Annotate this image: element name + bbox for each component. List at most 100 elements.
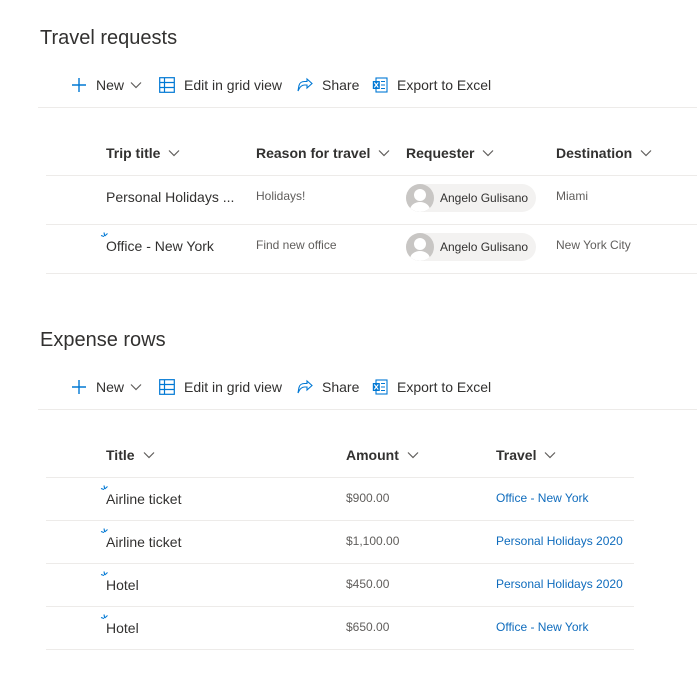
trip-title: Office - New York: [106, 238, 214, 254]
expense-title-cell[interactable]: Hotel: [100, 564, 139, 606]
column-header-label: Reason for travel: [256, 145, 371, 161]
column-header-trip-title[interactable]: Trip title: [106, 131, 180, 175]
requester-persona[interactable]: Angelo Gulisano: [406, 233, 537, 261]
expense-title-wrap: Airline ticket: [100, 485, 182, 507]
travel-edit-grid-label: Edit in grid view: [184, 77, 283, 93]
column-header-label: Requester: [406, 145, 475, 161]
expense-new-label: New: [96, 379, 125, 395]
reason-text: Holidays!: [256, 189, 306, 203]
expense-title-cell[interactable]: Hotel: [100, 607, 139, 649]
travel-link-text: Personal Holidays 2020: [496, 577, 623, 591]
column-header-label: Destination: [556, 145, 633, 161]
travel-link-text: Office - New York: [496, 491, 589, 505]
travel-link[interactable]: Personal Holidays 2020: [496, 564, 623, 604]
destination-cell: Miami: [556, 176, 588, 216]
plus-icon: [70, 76, 88, 94]
new-item-icon: [100, 614, 108, 620]
expense-column-headers: Title Amount Travel: [46, 433, 634, 478]
travel-new-button[interactable]: New: [70, 63, 142, 107]
excel-icon: [371, 76, 389, 94]
expense-new-button[interactable]: New: [70, 365, 142, 409]
chevron-down-icon: [640, 149, 652, 157]
column-header-travel[interactable]: Travel: [496, 433, 556, 477]
chevron-down-icon: [130, 383, 142, 391]
column-header-requester[interactable]: Requester: [406, 131, 494, 175]
amount-cell: $450.00: [346, 564, 389, 604]
amount-text: $1,100.00: [346, 534, 400, 548]
column-header-label: Amount: [346, 447, 399, 463]
travel-link[interactable]: Personal Holidays 2020: [496, 521, 623, 561]
destination-cell: New York City: [556, 225, 631, 265]
expense-share-label: Share: [322, 379, 360, 395]
destination-text: New York City: [556, 238, 631, 252]
travel-share-button[interactable]: Share: [296, 63, 359, 107]
destination-text: Miami: [556, 189, 588, 203]
table-row[interactable]: Airline ticket $1,100.00 Personal Holida…: [46, 521, 634, 564]
travel-export-label: Export to Excel: [397, 77, 492, 93]
requester-persona[interactable]: Angelo Gulisano: [406, 184, 537, 212]
expense-share-button[interactable]: Share: [296, 365, 359, 409]
travel-link-text: Office - New York: [496, 620, 589, 634]
expense-rows-title: Expense rows: [40, 329, 166, 351]
requester-cell: Angelo Gulisano: [406, 184, 537, 212]
expense-title-cell[interactable]: Airline ticket: [100, 521, 182, 563]
expense-title: Airline ticket: [106, 534, 182, 550]
travel-link-text: Personal Holidays 2020: [496, 534, 623, 548]
trip-title-wrap: Office - New York: [100, 232, 214, 254]
new-item-icon: [100, 485, 108, 491]
expense-title-cell[interactable]: Airline ticket: [100, 478, 182, 520]
reason-cell: Holidays!: [256, 176, 305, 216]
plus-icon: [70, 378, 88, 396]
reason-text: Find new office: [256, 238, 337, 252]
expense-title: Hotel: [106, 577, 139, 593]
table-row[interactable]: Personal Holidays ... Holidays! Angelo G…: [46, 176, 697, 225]
amount-cell: $650.00: [346, 607, 389, 647]
requester-cell: Angelo Gulisano: [406, 233, 537, 261]
column-header-title[interactable]: Title: [106, 433, 155, 477]
travel-command-bar: New Edit in grid view Share Export to Ex…: [38, 63, 697, 108]
expense-edit-grid-button[interactable]: Edit in grid view: [158, 365, 282, 409]
table-row[interactable]: Hotel $650.00 Office - New York: [46, 607, 634, 650]
amount-text: $650.00: [346, 620, 390, 634]
travel-new-label: New: [96, 77, 125, 93]
new-item-icon: [100, 571, 108, 577]
chevron-down-icon: [168, 149, 180, 157]
expense-title: Airline ticket: [106, 491, 182, 507]
avatar: [406, 233, 434, 261]
table-row[interactable]: Airline ticket $900.00 Office - New York: [46, 478, 634, 521]
travel-export-button[interactable]: Export to Excel: [371, 63, 491, 107]
reason-cell: Find new office: [256, 225, 337, 265]
grid-icon: [158, 378, 176, 396]
column-header-reason[interactable]: Reason for travel: [256, 131, 390, 175]
amount-cell: $900.00: [346, 478, 389, 518]
chevron-down-icon: [482, 149, 494, 157]
table-row[interactable]: Office - New York Find new office Angelo…: [46, 225, 697, 274]
excel-icon: [371, 378, 389, 396]
table-row[interactable]: Hotel $450.00 Personal Holidays 2020: [46, 564, 634, 607]
travel-link[interactable]: Office - New York: [496, 607, 588, 647]
travel-edit-grid-button[interactable]: Edit in grid view: [158, 63, 282, 107]
chevron-down-icon: [544, 451, 556, 459]
trip-title: Personal Holidays ...: [106, 189, 235, 205]
amount-text: $900.00: [346, 491, 390, 505]
trip-title-cell[interactable]: Office - New York: [100, 225, 214, 267]
column-header-label: Travel: [496, 447, 537, 463]
column-header-destination[interactable]: Destination: [556, 131, 652, 175]
column-header-label: Trip title: [106, 145, 161, 161]
expense-title-wrap: Hotel: [100, 571, 139, 593]
share-icon: [296, 76, 314, 94]
expense-export-button[interactable]: Export to Excel: [371, 365, 491, 409]
chevron-down-icon: [130, 81, 142, 89]
expense-command-bar: New Edit in grid view Share Export to Ex…: [38, 365, 697, 410]
share-icon: [296, 378, 314, 396]
column-header-amount[interactable]: Amount: [346, 433, 419, 477]
travel-share-label: Share: [322, 77, 360, 93]
chevron-down-icon: [407, 451, 419, 459]
amount-cell: $1,100.00: [346, 521, 399, 561]
column-header-label: Title: [106, 447, 135, 463]
grid-icon: [158, 76, 176, 94]
trip-title-cell[interactable]: Personal Holidays ...: [106, 176, 234, 218]
new-item-icon: [100, 528, 108, 534]
amount-text: $450.00: [346, 577, 390, 591]
travel-link[interactable]: Office - New York: [496, 478, 588, 518]
